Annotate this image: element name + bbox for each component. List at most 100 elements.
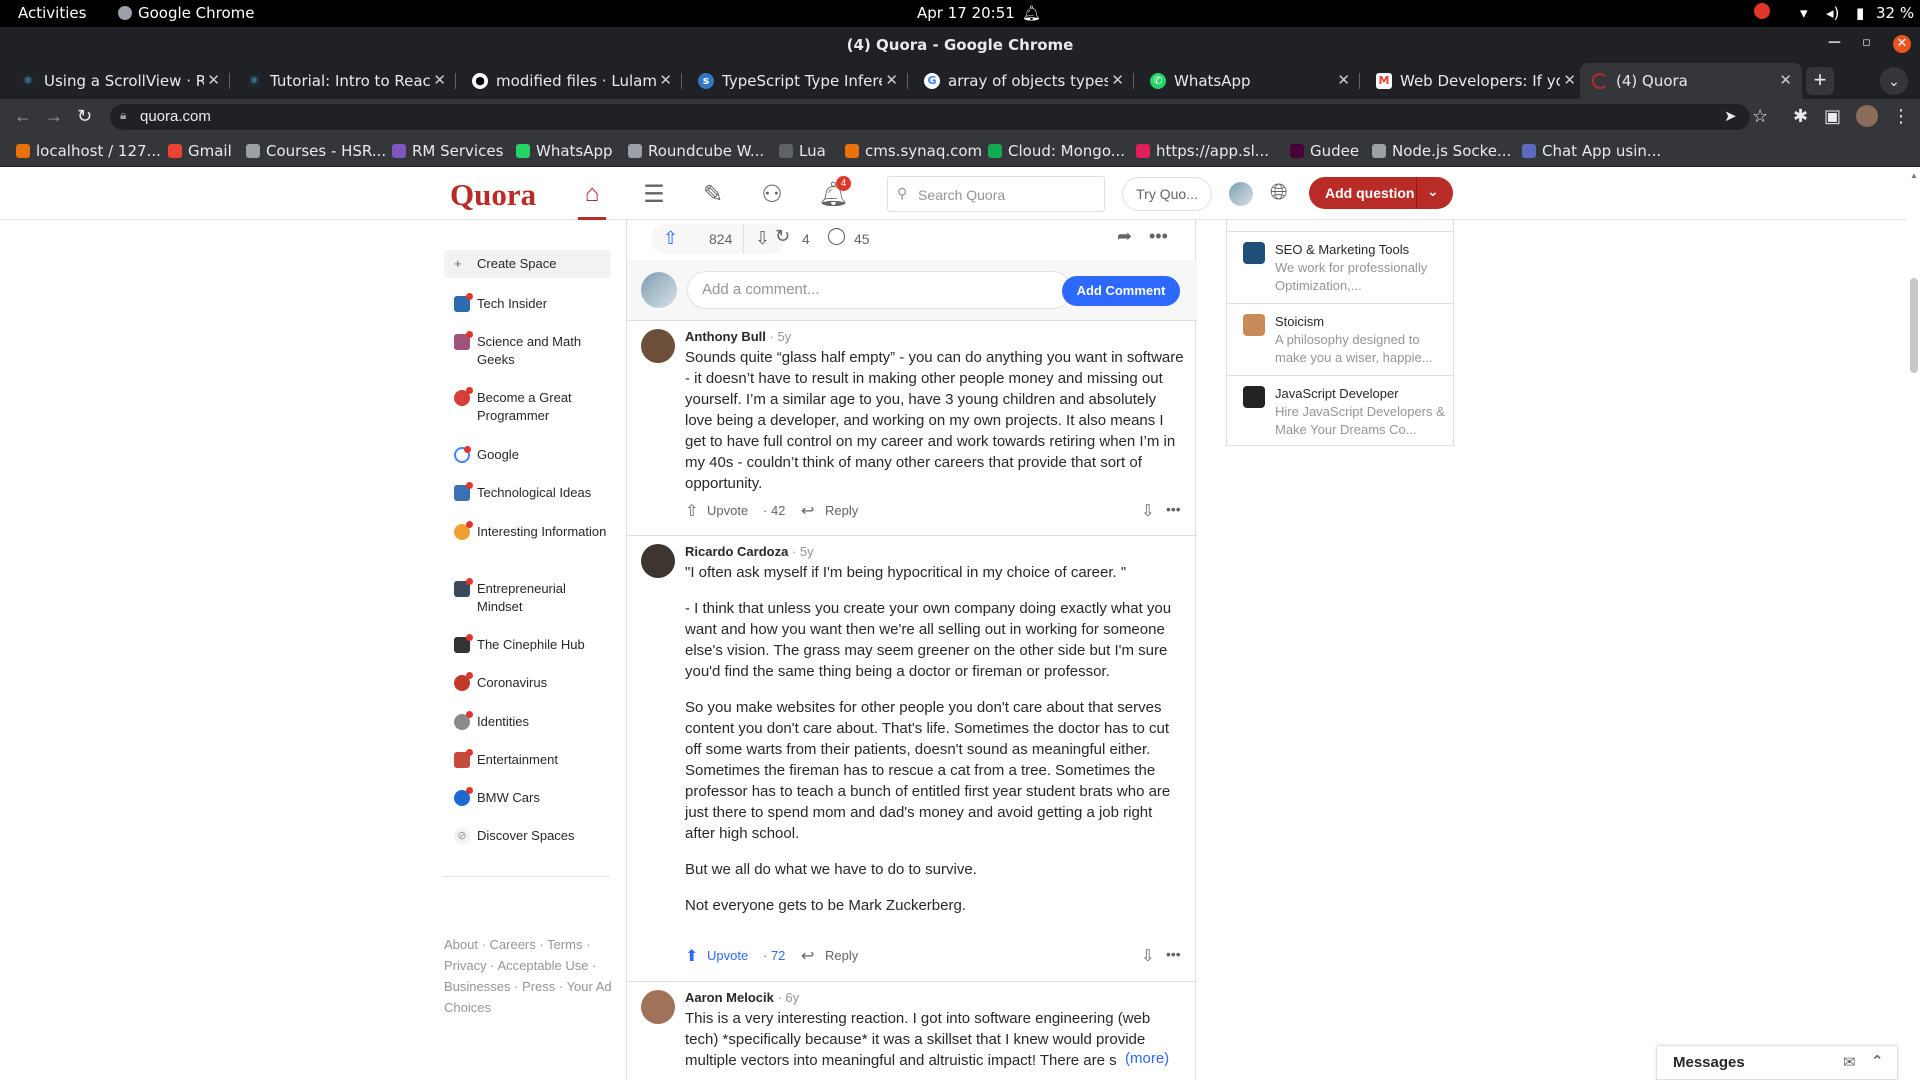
google-icon: G bbox=[924, 73, 940, 89]
tab-search-icon[interactable]: ⌄ bbox=[1880, 67, 1908, 95]
scrollbar-thumb[interactable] bbox=[1910, 278, 1918, 373]
commenter-avatar[interactable] bbox=[641, 329, 675, 363]
upvote-icon[interactable]: ⇧ bbox=[685, 501, 698, 521]
space-suggestion[interactable]: Stoicism A philosophy designed to make yo… bbox=[1227, 304, 1453, 376]
bookmark-item[interactable]: Gudee bbox=[1290, 142, 1359, 160]
clock[interactable]: Apr 17 20:51 bbox=[917, 4, 1015, 22]
more-icon[interactable]: ••• bbox=[1166, 501, 1181, 517]
chevron-down-icon[interactable]: ⌄ bbox=[1427, 183, 1439, 200]
profile-avatar[interactable] bbox=[1856, 105, 1878, 127]
tab-8-active[interactable]: (4) Quora ✕ bbox=[1580, 63, 1802, 99]
footer-links[interactable]: About · Careers · Terms · Privacy · Acce… bbox=[444, 934, 614, 1018]
tab-close-icon[interactable]: ✕ bbox=[885, 71, 898, 89]
divider bbox=[1227, 220, 1453, 232]
menu-icon[interactable]: ⋮ bbox=[1892, 106, 1910, 127]
bookmark-star-icon[interactable]: ☆ bbox=[1752, 106, 1768, 127]
commenter-avatar[interactable] bbox=[641, 544, 675, 578]
commenter-name[interactable]: Aaron Melocik · 6y bbox=[685, 990, 799, 1005]
chrome-app-indicator[interactable]: Google Chrome bbox=[118, 4, 255, 22]
downvote-icon[interactable]: ⇩ bbox=[1141, 946, 1154, 966]
add-question-button[interactable]: Add question ⌄ bbox=[1309, 177, 1453, 209]
tab-close-icon[interactable]: ✕ bbox=[1111, 71, 1124, 89]
quora-logo[interactable]: Quora bbox=[450, 177, 536, 213]
more-icon[interactable]: ••• bbox=[1149, 226, 1168, 247]
home-icon[interactable]: ⌂ bbox=[578, 180, 606, 220]
extensions-icon[interactable]: ✱ bbox=[1793, 106, 1808, 127]
answer-icon[interactable]: ✎ bbox=[699, 180, 727, 208]
notifications-icon[interactable]: 🔔︎ 4 bbox=[818, 176, 851, 208]
bookmark-item[interactable]: Gmail bbox=[168, 142, 232, 160]
bookmark-item[interactable]: Roundcube W... bbox=[628, 142, 764, 160]
tab-close-icon[interactable]: ✕ bbox=[207, 71, 220, 89]
maximize-icon[interactable]: ▫ bbox=[1862, 35, 1871, 50]
tab-6[interactable]: ✆ WhatsApp ✕ bbox=[1138, 63, 1360, 99]
language-globe-icon[interactable]: 🌐︎ bbox=[1270, 179, 1288, 205]
tab-4[interactable]: s TypeScript Type Inferen ✕ bbox=[686, 63, 908, 99]
side-panel-icon[interactable]: ▣ bbox=[1824, 106, 1841, 127]
commenter-name[interactable]: Anthony Bull · 5y bbox=[685, 329, 791, 344]
bookmark-item[interactable]: Node.js Socke... bbox=[1372, 142, 1511, 160]
bookmark-item[interactable]: Chat App usin... bbox=[1522, 142, 1661, 160]
sidebar-item-create-space[interactable]: + Create Space bbox=[444, 250, 610, 278]
activities-button[interactable]: Activities bbox=[18, 4, 86, 22]
scroll-up-arrow-icon[interactable]: ▲ bbox=[1910, 171, 1918, 180]
add-comment-button[interactable]: Add Comment bbox=[1062, 276, 1180, 306]
more-link[interactable]: (more) bbox=[1121, 1050, 1170, 1067]
chevron-up-icon[interactable]: ⌃ bbox=[1871, 1052, 1884, 1070]
bookmark-item[interactable]: Lua bbox=[779, 142, 826, 160]
tab-close-icon[interactable]: ✕ bbox=[659, 71, 672, 89]
upvote-icon-active[interactable]: ⬆ bbox=[685, 946, 698, 966]
following-icon[interactable]: ☰ bbox=[640, 180, 668, 208]
downvote-icon[interactable]: ⇩ bbox=[1141, 501, 1154, 521]
bookmark-item[interactable]: RM Services bbox=[392, 142, 503, 160]
tab-close-icon[interactable]: ✕ bbox=[1779, 71, 1792, 89]
comment-icon[interactable]: ◯ bbox=[827, 226, 846, 246]
tab-3[interactable]: ●modified files · Lulamile✕ bbox=[460, 63, 682, 99]
bookmark-item[interactable]: WhatsApp bbox=[516, 142, 613, 160]
compose-message-icon[interactable]: ✉ bbox=[1843, 1053, 1856, 1071]
downvote-icon[interactable]: ⇩ bbox=[755, 228, 770, 249]
bookmark-item[interactable]: Cloud: Mongo... bbox=[988, 142, 1125, 160]
bookmark-item[interactable]: Courses - HSR... bbox=[246, 142, 386, 160]
tab-2[interactable]: ⚛ Tutorial: Intro to React ✕ bbox=[234, 63, 456, 99]
tab-7[interactable]: M Web Developers: If you ✕ bbox=[1364, 63, 1586, 99]
back-icon[interactable]: ← bbox=[14, 106, 32, 127]
related-spaces: SEO & Marketing Tools We work for profess… bbox=[1226, 220, 1454, 446]
space-suggestion[interactable]: JavaScript Developer Hire JavaScript Deve… bbox=[1227, 376, 1453, 448]
share-arrow-icon[interactable]: ➦ bbox=[1117, 226, 1132, 247]
user-avatar[interactable] bbox=[1229, 182, 1253, 206]
bookmark-item[interactable]: cms.synaq.com bbox=[845, 142, 982, 160]
send-icon[interactable]: ➤ bbox=[1724, 107, 1737, 125]
comment-input[interactable]: Add a comment... bbox=[687, 271, 1072, 309]
space-icon bbox=[454, 634, 473, 653]
share-icon[interactable]: ↻ bbox=[775, 226, 790, 247]
bmw-icon bbox=[454, 787, 473, 806]
search-input[interactable]: ⚲ Search Quora bbox=[887, 176, 1105, 212]
bookmark-item[interactable]: localhost / 127... bbox=[16, 142, 161, 160]
tab-1[interactable]: ⚛Using a ScrollView · Rea✕ bbox=[8, 63, 230, 99]
tab-close-icon[interactable]: ✕ bbox=[1563, 71, 1576, 89]
close-window-icon[interactable]: ✕ bbox=[1893, 35, 1911, 53]
upvote-button[interactable]: ⇧ 824 ⇩ bbox=[651, 224, 785, 254]
tab-close-icon[interactable]: ✕ bbox=[433, 71, 446, 89]
page-scrollbar[interactable]: ▲ bbox=[1907, 168, 1920, 1080]
commenter-avatar[interactable] bbox=[641, 990, 675, 1024]
more-icon[interactable]: ••• bbox=[1166, 946, 1181, 962]
commenter-name[interactable]: Ricardo Cardoza · 5y bbox=[685, 544, 814, 559]
minimize-icon[interactable]: — bbox=[1828, 35, 1841, 50]
url-text: quora.com bbox=[140, 108, 211, 125]
spaces-icon[interactable]: ⚇ bbox=[758, 180, 786, 208]
try-quora-plus-button[interactable]: Try Quo... bbox=[1122, 177, 1212, 211]
space-suggestion[interactable]: SEO & Marketing Tools We work for profess… bbox=[1227, 232, 1453, 304]
reply-icon[interactable]: ↩ bbox=[801, 501, 814, 521]
tab-5[interactable]: Garray of objects typesc ✕ bbox=[912, 63, 1134, 99]
forward-icon[interactable]: → bbox=[45, 106, 63, 127]
messages-widget[interactable]: Messages ✉ ⌃ bbox=[1656, 1045, 1898, 1080]
bookmark-favicon-icon bbox=[246, 144, 260, 158]
new-tab-button[interactable]: + bbox=[1806, 67, 1834, 95]
address-bar[interactable]: 🔒︎ quora.com ➤ bbox=[110, 104, 1750, 130]
reload-icon[interactable]: ↻ bbox=[77, 106, 92, 127]
bookmark-item[interactable]: https://app.sl... bbox=[1136, 142, 1269, 160]
tab-close-icon[interactable]: ✕ bbox=[1337, 71, 1350, 89]
reply-icon[interactable]: ↩ bbox=[801, 946, 814, 966]
